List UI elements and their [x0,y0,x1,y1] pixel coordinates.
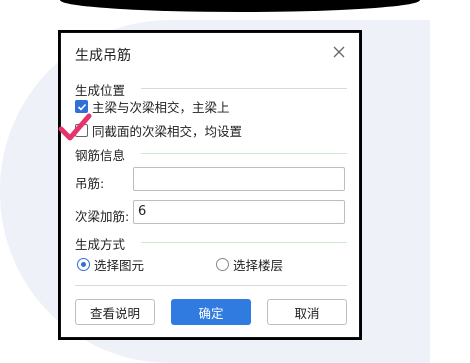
top-edge [60,0,420,12]
divider [141,242,347,243]
option-primary-row[interactable]: 主梁与次梁相交，主梁上 [75,97,230,116]
hanger-label: 吊筋: [75,176,105,191]
divider [141,153,347,154]
divider [141,88,347,89]
annotation-check-icon [58,113,92,141]
radio-select-element[interactable] [77,258,90,271]
stirrup-input[interactable]: 6 [133,200,345,224]
ok-button[interactable]: 确定 [171,299,251,325]
option-primary-label: 主梁与次梁相交，主梁上 [92,100,230,115]
hanger-input[interactable] [133,167,345,191]
close-icon[interactable] [332,45,346,59]
cancel-button[interactable]: 取消 [267,299,347,325]
help-button[interactable]: 查看说明 [75,299,155,325]
section-method-label: 生成方式 [75,237,126,252]
radio-select-floor-row[interactable]: 选择楼层 [216,255,283,274]
radio-select-floor[interactable] [216,258,229,271]
radio-select-floor-label: 选择楼层 [233,258,284,273]
radio-select-element-label: 选择图元 [94,258,145,273]
check-icon [77,103,86,111]
dialog-title: 生成吊筋 [75,48,131,64]
option-section-row[interactable]: 同截面的次梁相交，均设置 [75,121,242,140]
section-rebar-label: 钢筋信息 [75,148,126,163]
generate-hanger-dialog: 生成吊筋 生成位置 主梁与次梁相交，主梁上 同截面的次梁相交，均设置 钢筋信息 … [60,32,360,338]
stirrup-label: 次梁加筋: [75,209,130,224]
divider [75,285,347,286]
option-section-label: 同截面的次梁相交，均设置 [92,124,243,139]
radio-select-element-row[interactable]: 选择图元 [77,255,144,274]
